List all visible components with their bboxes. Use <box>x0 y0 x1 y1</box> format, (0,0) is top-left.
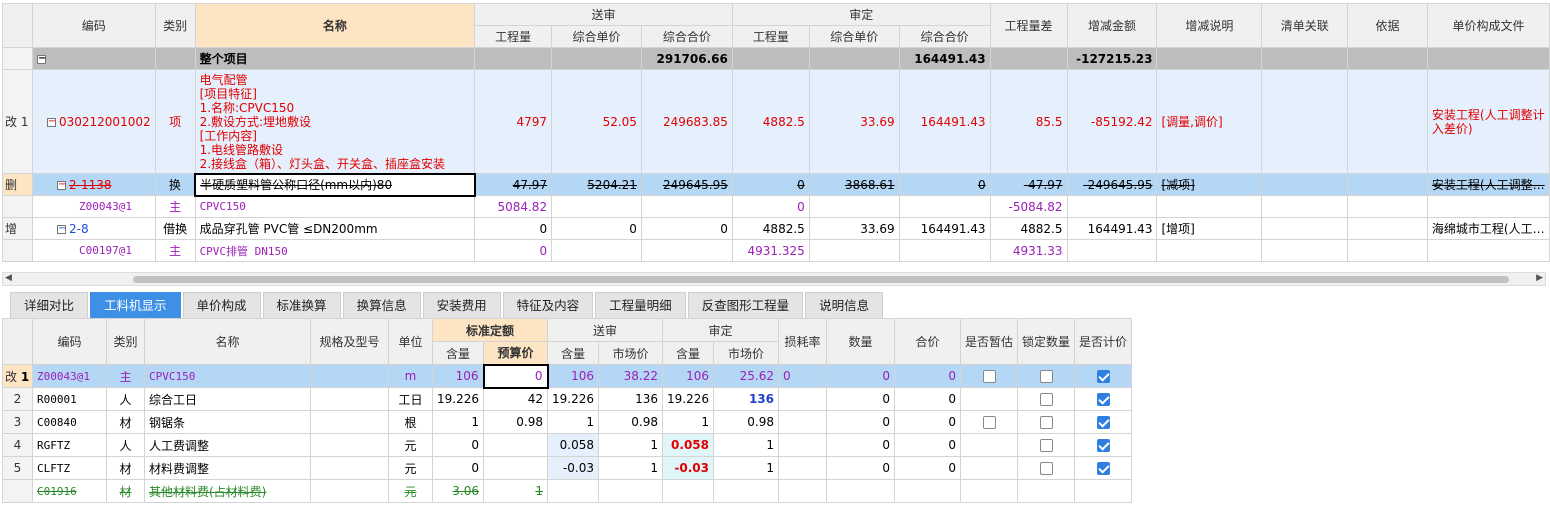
group-row[interactable]: − 整个项目 291706.66 164491.43 -127215.23 <box>2 47 1550 70</box>
col-lock[interactable]: 锁定数量 <box>1017 318 1076 365</box>
col-calc[interactable]: 是否计价 <box>1074 318 1133 365</box>
material-row[interactable]: 3 C00840 材 钢锯条 根 1 0.98 1 0.98 1 0.98 0 … <box>2 410 1133 434</box>
col-std: 标准定额 <box>432 318 548 342</box>
col-desc[interactable]: 增减说明 <box>1156 3 1263 48</box>
scroll-left-icon[interactable]: ◀ <box>5 273 12 283</box>
col-aud-uprice[interactable]: 综合单价 <box>808 25 900 48</box>
budget-price-input[interactable]: 0 <box>482 363 549 389</box>
col-type[interactable]: 类别 <box>106 318 145 365</box>
calc-checkbox[interactable] <box>1096 439 1110 452</box>
col-name[interactable]: 名称 <box>144 318 311 365</box>
tab-features[interactable]: 特征及内容 <box>502 292 594 318</box>
col-audit: 审定 <box>662 318 779 342</box>
material-row[interactable]: 2 R00001 人 综合工日 工日 19.226 42 19.226 136 … <box>2 387 1133 411</box>
col-type[interactable]: 类别 <box>154 3 196 48</box>
collapse-icon[interactable]: − <box>46 116 56 127</box>
col-link[interactable]: 清单关联 <box>1261 3 1349 48</box>
material-row[interactable]: 4 RGFTZ 人 人工费调整 元 0 0.058 1 0.058 1 0 0 <box>2 433 1133 457</box>
tab-notes[interactable]: 说明信息 <box>805 292 884 318</box>
col-sent: 送审 <box>547 318 663 342</box>
col-sent-uprice[interactable]: 综合单价 <box>551 25 642 48</box>
tab-install-fee[interactable]: 安装费用 <box>422 292 501 318</box>
tab-conversion-info[interactable]: 换算信息 <box>342 292 421 318</box>
bill-row-deleted[interactable]: 删 −2-1138 换 半硬质塑料管公称口径(mm以内)80 47.97 520… <box>2 172 1550 197</box>
col-loss[interactable]: 损耗率 <box>778 318 827 365</box>
col-price[interactable]: 合价 <box>894 318 961 365</box>
col-count[interactable]: 数量 <box>826 318 895 365</box>
lock-checkbox[interactable] <box>1039 462 1053 475</box>
material-row-deleted[interactable]: C01916 材 其他材料费(占材料费) 元 3.06 1 <box>2 479 1133 503</box>
col-name[interactable]: 名称 <box>194 3 476 48</box>
col-basis[interactable]: 依据 <box>1347 3 1428 48</box>
col-code[interactable]: 编码 <box>31 3 156 48</box>
collapse-icon[interactable]: − <box>56 179 66 190</box>
material-row[interactable]: 5 CLFTZ 材 材料费调整 元 0 -0.03 1 -0.03 1 0 0 <box>2 456 1133 480</box>
scroll-thumb[interactable] <box>133 276 1509 283</box>
tab-unit-price[interactable]: 单价构成 <box>182 292 261 318</box>
detail-tabs: 详细对比 工料机显示 单价构成 标准换算 换算信息 安装费用 特征及内容 工程量… <box>10 292 884 318</box>
horizontal-scrollbar[interactable]: ◀ ▶ <box>2 272 1546 286</box>
collapse-icon[interactable]: − <box>56 223 66 234</box>
calc-checkbox[interactable] <box>1096 393 1110 406</box>
bill-grid: 编码 类别 名称 送审 审定 工程量差 增减金额 增减说明 清单关联 依据 单价… <box>2 3 1550 262</box>
tab-qty-detail[interactable]: 工程量明细 <box>595 292 686 318</box>
col-sent: 送审 <box>474 3 733 26</box>
calc-checkbox[interactable] <box>1096 370 1110 383</box>
calc-checkbox[interactable] <box>1096 416 1110 429</box>
col-aud-qty[interactable]: 工程量 <box>731 25 810 48</box>
col-spec[interactable]: 规格及型号 <box>310 318 389 365</box>
material-row[interactable]: C00197@1 主 CPVC排管 DN150 0 4931.325 4931.… <box>2 239 1550 262</box>
col-sent-total[interactable]: 综合合价 <box>640 25 733 48</box>
col-sent-qty[interactable]: 工程量 <box>474 25 553 48</box>
lock-checkbox[interactable] <box>1039 439 1053 452</box>
material-row[interactable]: Z00043@1 主 CPVC150 5084.82 0 -5084.82 <box>2 195 1550 218</box>
estimate-checkbox[interactable] <box>982 370 996 383</box>
bill-name-cell[interactable]: 电气配管 [项目特征] 1.名称:CPVC150 2.敷设方式:埋地敷设 [工作内容] 1… <box>194 69 476 174</box>
tab-material-display[interactable]: 工料机显示 <box>90 292 181 318</box>
bill-row[interactable]: 改 1 −030212001002 项 电气配管 [项目特征] 1.名称:CPVC1… <box>2 69 1550 174</box>
col-delta[interactable]: 增减金额 <box>1066 3 1158 48</box>
calc-checkbox[interactable] <box>1096 462 1110 475</box>
col-aud-total[interactable]: 综合合价 <box>898 25 991 48</box>
collapse-icon[interactable]: − <box>36 53 46 64</box>
bill-row-added[interactable]: 增 −2-8 借换 成品穿孔管 PVC管 ≤DN200mm 0 0 0 4882… <box>2 217 1550 240</box>
col-code[interactable]: 编码 <box>32 318 107 365</box>
scroll-right-icon[interactable]: ▶ <box>1536 273 1543 283</box>
corner-cell <box>2 3 33 48</box>
col-file[interactable]: 单价构成文件 <box>1426 3 1550 48</box>
lock-checkbox[interactable] <box>1039 370 1053 383</box>
estimate-checkbox[interactable] <box>982 416 996 429</box>
col-unit[interactable]: 单位 <box>388 318 433 365</box>
material-row[interactable]: 改 1 Z00043@1 主 CPVC150 m 106 0 106 38.22… <box>2 363 1133 389</box>
col-qty-diff[interactable]: 工程量差 <box>989 3 1068 48</box>
col-audit: 审定 <box>731 3 991 26</box>
col-estimate[interactable]: 是否暂估 <box>959 318 1019 365</box>
tab-detail-compare[interactable]: 详细对比 <box>10 292 89 318</box>
tab-reverse-graph[interactable]: 反查图形工程量 <box>687 292 804 318</box>
material-grid: 编码 类别 名称 规格及型号 单位 标准定额 送审 审定 损耗率 数量 合价 是… <box>2 318 1133 503</box>
tab-std-conversion[interactable]: 标准换算 <box>262 292 341 318</box>
lock-checkbox[interactable] <box>1039 393 1053 406</box>
name-edit-cell[interactable]: 半硬质塑料管公称口径(mm以内)80 <box>194 172 476 197</box>
lock-checkbox[interactable] <box>1039 416 1053 429</box>
